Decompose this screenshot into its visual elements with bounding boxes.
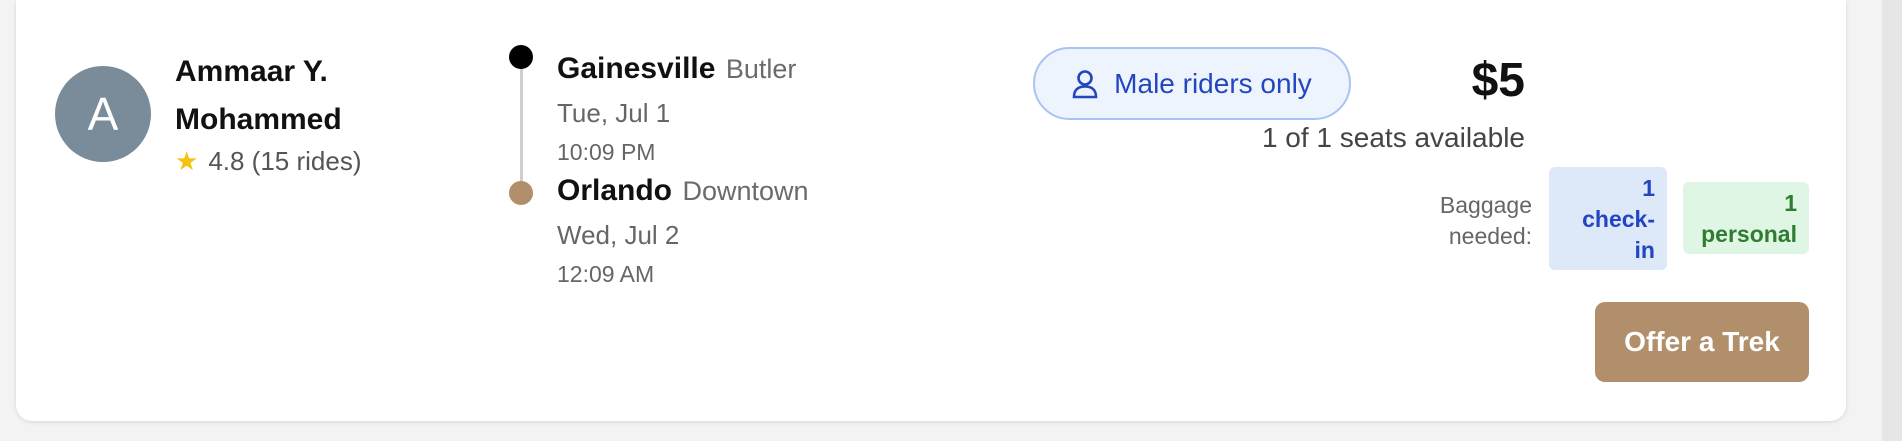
person-icon: [1072, 69, 1098, 99]
trip-price: $5: [1471, 54, 1525, 107]
checkin-line3: in: [1634, 237, 1655, 263]
destination-time: 12:09 AM: [557, 261, 655, 287]
driver-info: Ammaar Y. Mohammed ★ 4.8 (15 rides): [175, 48, 362, 177]
checkin-bag-badge: 1 check- in: [1549, 167, 1667, 270]
driver-name-line1: Ammaar Y.: [175, 55, 328, 88]
baggage-label-line1: Baggage: [1439, 192, 1532, 218]
rating-text: 4.8 (15 rides): [208, 146, 362, 176]
origin-time: 10:09 PM: [557, 139, 656, 165]
personal-line2: personal: [1701, 221, 1797, 247]
origin-city: Gainesville: [557, 52, 716, 85]
origin-area: Butler: [725, 54, 797, 84]
personal-line1: 1: [1784, 190, 1797, 216]
scrollbar-thumb[interactable]: [1882, 0, 1902, 441]
checkin-line1: 1: [1642, 175, 1655, 201]
gender-preference-label: Male riders only: [1114, 67, 1312, 99]
baggage-label-line2: needed:: [1448, 223, 1532, 249]
avatar-initial: A: [87, 88, 119, 140]
origin-date: Tue, Jul 1: [557, 98, 671, 128]
star-icon: ★: [175, 146, 199, 176]
origin-dot-icon: [509, 45, 533, 69]
offer-a-trek-button[interactable]: Offer a Trek: [1595, 302, 1809, 382]
origin-stop: Gainesville Butler Tue, Jul 1 10:09 PM: [557, 52, 796, 166]
driver-name-line2: Mohammed: [175, 103, 342, 136]
driver-rating: ★ 4.8 (15 rides): [175, 146, 362, 177]
destination-date: Wed, Jul 2: [557, 220, 680, 250]
avatar: A: [55, 66, 151, 162]
destination-area: Downtown: [682, 176, 809, 206]
scrollbar-track[interactable]: [1882, 0, 1902, 441]
seats-available: 1 of 1 seats available: [1261, 122, 1525, 153]
route-timeline-line: [520, 57, 523, 192]
personal-bag-badge: 1 personal: [1683, 182, 1809, 254]
destination-stop: Orlando Downtown Wed, Jul 2 12:09 AM: [557, 174, 809, 288]
baggage-label: Baggage needed:: [1420, 190, 1532, 252]
destination-dot-icon: [509, 181, 533, 205]
destination-city: Orlando: [557, 174, 673, 207]
gender-preference-badge: Male riders only: [1033, 47, 1351, 120]
checkin-line2: check-: [1582, 206, 1655, 232]
